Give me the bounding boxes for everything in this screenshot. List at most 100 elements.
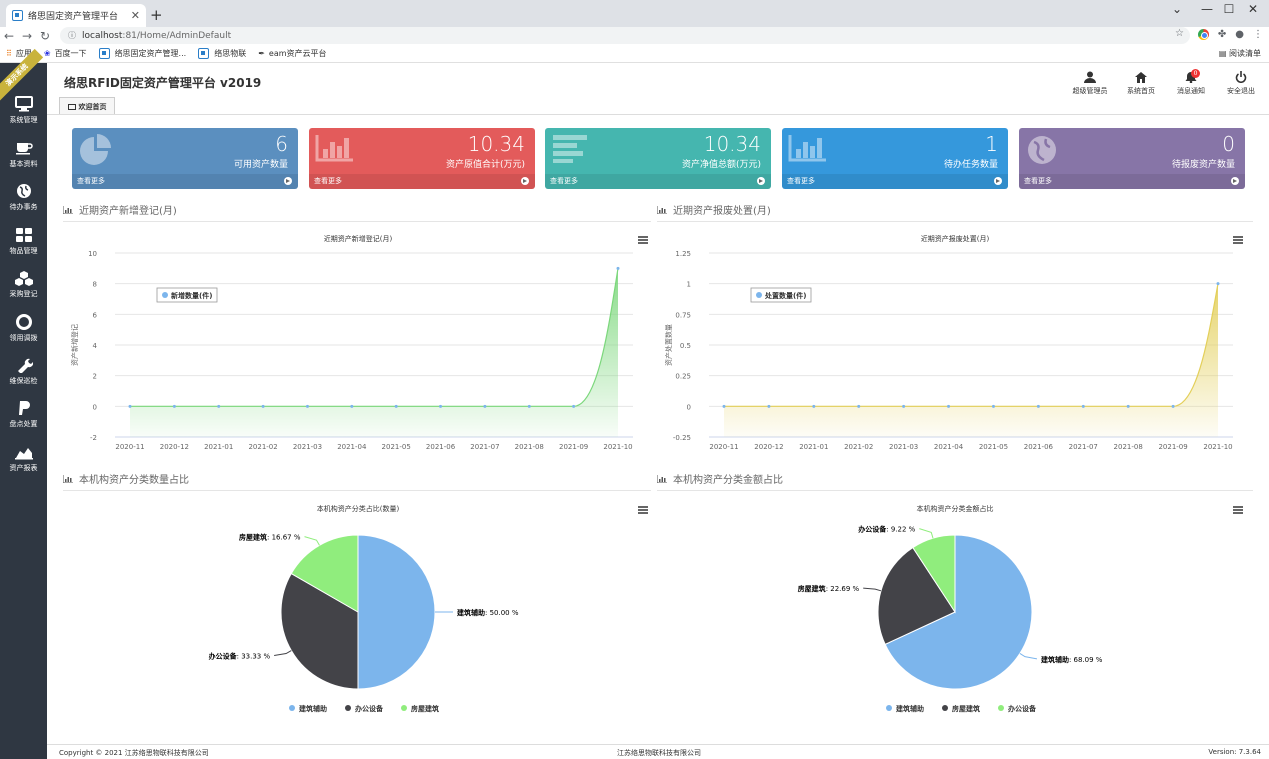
sidebar-item-purchase[interactable]: 采购登记: [0, 270, 47, 310]
x-tick-label: 2021-02: [248, 443, 277, 451]
bar-chart-icon: [788, 135, 826, 162]
x-tick-label: 2021-08: [515, 443, 544, 451]
series-area: [724, 283, 1218, 437]
sidebar-item-label: 系统管理: [9, 116, 38, 124]
forward-icon[interactable]: →: [18, 29, 36, 43]
sidebar-item-report[interactable]: 资产报表: [0, 444, 47, 484]
sidebar-item-label: 物品管理: [9, 247, 38, 255]
stat-card-todo[interactable]: 1 待办任务数量 查看更多: [782, 128, 1008, 189]
section-title-text: 本机构资产分类数量占比: [79, 475, 189, 486]
legend-marker: [401, 705, 407, 711]
bookmark-eam[interactable]: ✒ eam资产云平台: [258, 48, 326, 59]
pie-slice: [357, 534, 436, 690]
card-more-link[interactable]: 查看更多: [72, 174, 298, 189]
x-tick-label: 2021-03: [889, 443, 918, 451]
chart-menu-icon[interactable]: [638, 506, 648, 514]
sidebar-item-transfer[interactable]: 领用调拨: [0, 314, 47, 354]
card-more-link[interactable]: 查看更多: [782, 174, 1008, 189]
tab-welcome[interactable]: 欢迎首页: [59, 97, 115, 115]
bookmark-label: 络思物联: [214, 49, 247, 58]
section-title-text: 本机构资产分类金额占比: [673, 475, 783, 486]
sidebar-item-todo[interactable]: 待办事务: [0, 183, 47, 223]
sidebar-item-label: 基本资料: [9, 160, 38, 168]
chart-title: 本机构资产分类占比(数量): [317, 504, 400, 513]
section-title-text: 近期资产报废处置(月): [673, 206, 771, 217]
connector-line: [919, 528, 934, 539]
monitor-icon: [67, 103, 76, 110]
section-title-text: 近期资产新增登记(月): [79, 206, 177, 217]
legend-item[interactable]: 办公设备: [345, 704, 384, 713]
reading-list-button[interactable]: ▤ 阅读清单: [1219, 48, 1261, 59]
data-point: [128, 404, 132, 408]
chart-title: 本机构资产分类金额占比: [917, 504, 994, 513]
new-tab-icon[interactable]: +: [150, 6, 163, 24]
card-more-link[interactable]: 查看更多: [545, 174, 771, 189]
stat-card-net-value[interactable]: 10.34 资产净值总额(万元) 查看更多: [545, 128, 771, 189]
pen-icon: ✒: [258, 49, 265, 58]
close-window-icon[interactable]: ✕: [1238, 2, 1268, 16]
more-vert-icon[interactable]: ⋮: [1253, 29, 1263, 40]
sidebar-item-maintenance[interactable]: 维保巡检: [0, 357, 47, 397]
bookmark-luosi[interactable]: 络思物联: [198, 48, 246, 59]
puzzle-icon[interactable]: ✤: [1218, 29, 1226, 40]
back-icon[interactable]: ←: [0, 29, 18, 43]
stat-card-available[interactable]: 6 可用资产数量 查看更多: [72, 128, 298, 189]
stat-card-scrap[interactable]: 0 待报废资产数量 查看更多: [1019, 128, 1245, 189]
close-tab-icon[interactable]: ✕: [131, 9, 140, 22]
legend-label: 新增数量(件): [171, 291, 212, 300]
card-value: 0: [1222, 132, 1235, 156]
bookmark-asset-platform[interactable]: 络思固定资产管理...: [98, 48, 186, 59]
sidebar-item-basic[interactable]: 基本资料: [0, 140, 47, 180]
chart-menu-icon[interactable]: [1233, 506, 1243, 514]
stat-card-original-value[interactable]: 10.34 资产原值合计(万元) 查看更多: [309, 128, 535, 189]
chevron-down-icon[interactable]: ⌄: [1162, 2, 1192, 16]
site-favicon-icon: [198, 48, 210, 59]
browser-tab[interactable]: 络思固定资产管理平台 ✕: [6, 4, 146, 27]
logout-button[interactable]: 安全退出: [1221, 71, 1261, 96]
bookmark-baidu[interactable]: ❀ 百度一下: [44, 48, 87, 59]
section-title-count-ratio: 本机构资产分类数量占比: [63, 471, 189, 486]
sidebar-item-goods[interactable]: 物品管理: [0, 227, 47, 267]
legend-item[interactable]: 建筑辅助: [886, 704, 924, 713]
x-tick-label: 2021-07: [470, 443, 499, 451]
section-divider: [63, 490, 651, 491]
data-point: [394, 404, 398, 408]
cubes-icon: [14, 271, 33, 286]
chart-menu-icon[interactable]: [638, 236, 648, 244]
card-label: 资产净值总额(万元): [681, 160, 761, 170]
legend-label: 处置数量(件): [764, 291, 806, 300]
legend-item[interactable]: 房屋建筑: [942, 704, 980, 713]
legend-marker: [345, 705, 351, 711]
sidebar-item-inventory[interactable]: 盘点处置: [0, 400, 47, 440]
home-icon: [1135, 72, 1147, 83]
profile-icon[interactable]: ●: [1235, 29, 1244, 40]
info-icon: ⓘ: [68, 31, 76, 40]
data-label: 房屋建筑: 16.67 %: [239, 533, 301, 542]
card-label: 资产原值合计(万元): [445, 160, 525, 170]
card-value: 1: [985, 132, 998, 156]
bar-chart-icon: [657, 474, 667, 483]
address-bar[interactable]: ⓘ localhost:81/Home/AdminDefault ☆: [60, 27, 1190, 44]
data-point: [767, 404, 771, 408]
chrome-icon[interactable]: [1197, 29, 1209, 40]
amount-ratio-pie-chart: 本机构资产分类金额占比建筑辅助: 68.09 % 房屋建筑: 22.69 % 办公设…: [798, 504, 1103, 713]
notify-button[interactable]: 0 消息通知: [1171, 69, 1211, 96]
legend-marker: [756, 292, 762, 298]
chart-menu-icon[interactable]: [1233, 236, 1243, 244]
bar-chart-icon: [63, 205, 73, 214]
connector-line: [304, 536, 320, 546]
x-tick-label: 2021-03: [293, 443, 322, 451]
bar-chart-icon: [315, 135, 353, 162]
legend-item[interactable]: 办公设备: [998, 704, 1037, 713]
reload-icon[interactable]: ↻: [36, 29, 54, 43]
bookmark-label: eam资产云平台: [268, 49, 327, 58]
card-more-link[interactable]: 查看更多: [1019, 174, 1245, 189]
legend-item[interactable]: 建筑辅助: [289, 704, 327, 713]
bookmark-star-icon[interactable]: ☆: [1175, 28, 1184, 39]
legend-label: 办公设备: [1008, 704, 1037, 713]
legend-item[interactable]: 房屋建筑: [401, 704, 439, 713]
user-button[interactable]: 超级管理员: [1070, 71, 1110, 96]
card-more-link[interactable]: 查看更多: [309, 174, 535, 189]
sidebar-item-system[interactable]: 系统管理: [0, 96, 47, 136]
home-button[interactable]: 系统首页: [1121, 71, 1161, 96]
